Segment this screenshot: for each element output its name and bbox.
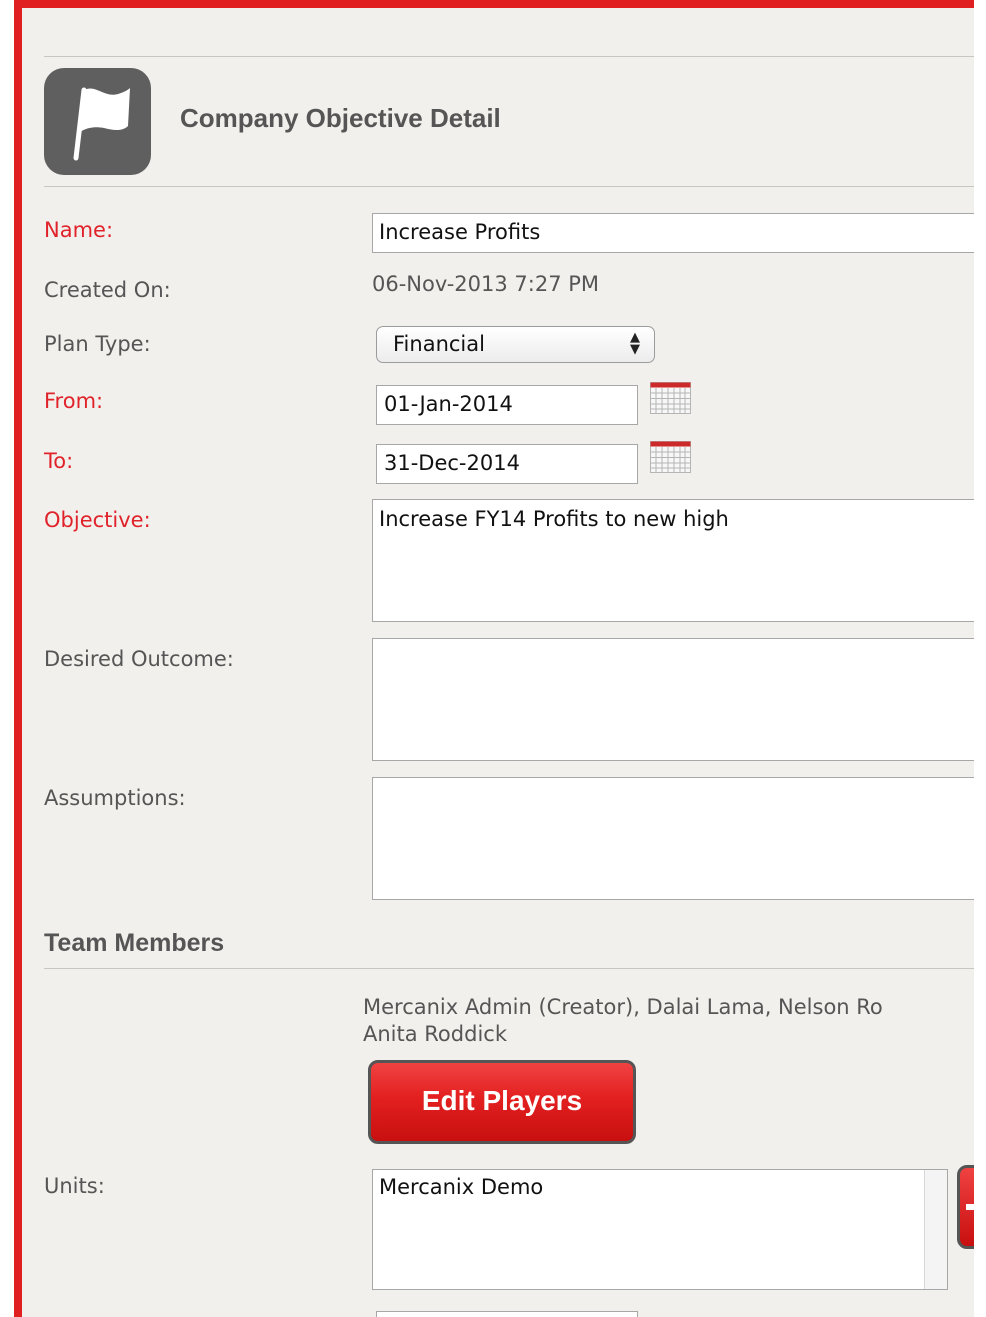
team-members-line-2: Anita Roddick	[363, 1022, 507, 1046]
plan-type-selected: Financial	[393, 332, 485, 356]
divider-top	[44, 56, 974, 57]
plan-type-label: Plan Type:	[44, 332, 151, 356]
units-listbox[interactable]: Mercanix Demo	[372, 1169, 948, 1290]
next-field-input[interactable]	[376, 1311, 638, 1317]
remove-unit-button[interactable]	[957, 1165, 974, 1249]
frame-border-left	[14, 0, 22, 1317]
created-on-value: 06-Nov-2013 7:27 PM	[372, 272, 600, 296]
from-date-input[interactable]: 01-Jan-2014	[376, 385, 638, 425]
to-date-input[interactable]: 31-Dec-2014	[376, 444, 638, 484]
select-arrows-icon: ▲ ▼	[630, 330, 640, 357]
divider-team	[44, 968, 974, 969]
objective-textarea[interactable]: Increase FY14 Profits to new high	[372, 499, 974, 622]
units-label: Units:	[44, 1174, 105, 1198]
assumptions-label: Assumptions:	[44, 786, 186, 810]
team-members-list: Mercanix Admin (Creator), Dalai Lama, Ne…	[363, 994, 883, 1048]
name-input[interactable]: Increase Profits	[372, 213, 974, 253]
plan-type-select[interactable]: Financial ▲ ▼	[376, 326, 655, 363]
desired-outcome-textarea[interactable]	[372, 638, 974, 761]
objective-detail-panel: Company Objective Detail Name: Increase …	[22, 8, 974, 1317]
team-members-heading: Team Members	[44, 929, 225, 957]
created-on-label: Created On:	[44, 278, 171, 302]
window: Company Objective Detail Name: Increase …	[0, 0, 986, 1317]
objective-label: Objective:	[44, 508, 151, 532]
name-label: Name:	[44, 218, 114, 242]
from-label: From:	[44, 389, 104, 413]
desired-outcome-label: Desired Outcome:	[44, 647, 234, 671]
calendar-icon-from[interactable]	[650, 382, 691, 414]
assumptions-textarea[interactable]	[372, 777, 974, 900]
team-members-line-1: Mercanix Admin (Creator), Dalai Lama, Ne…	[363, 995, 883, 1019]
frame-border-top	[14, 0, 986, 8]
divider-header	[44, 186, 974, 187]
edit-players-button[interactable]: Edit Players	[368, 1060, 636, 1144]
calendar-icon-to[interactable]	[650, 441, 691, 473]
to-label: To:	[44, 449, 74, 473]
units-list-item[interactable]: Mercanix Demo	[379, 1175, 543, 1199]
flag-icon-tile	[44, 68, 151, 175]
flag-icon	[73, 87, 130, 161]
page-title: Company Objective Detail	[180, 103, 501, 133]
minus-icon	[966, 1204, 974, 1210]
units-scrollbar[interactable]	[924, 1170, 947, 1289]
